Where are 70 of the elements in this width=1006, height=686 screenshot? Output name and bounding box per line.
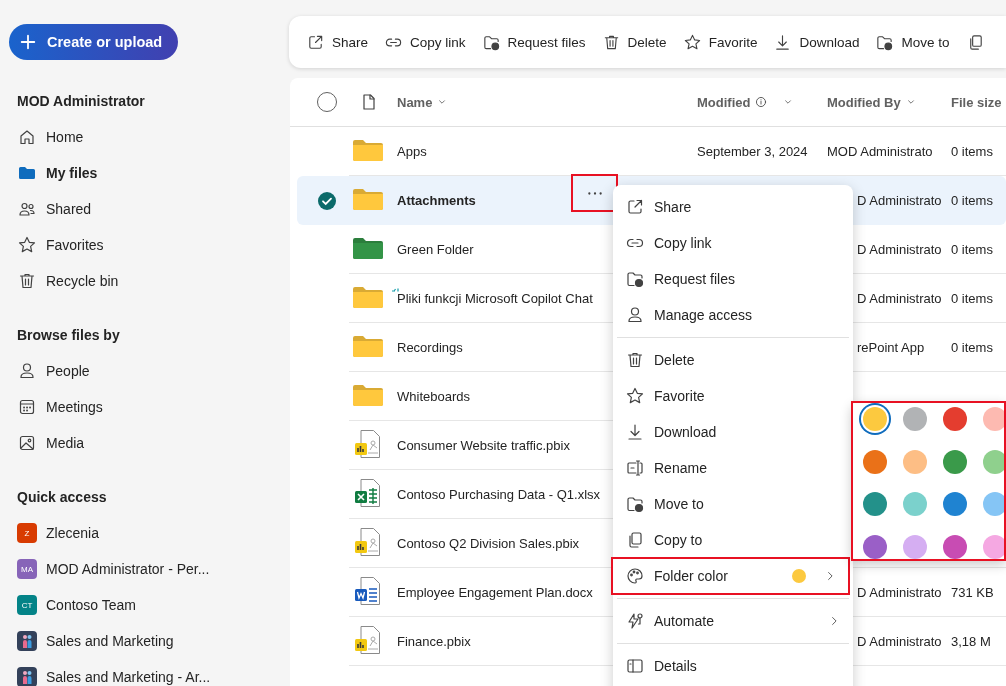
section-heading: Browse files by: [16, 326, 121, 345]
menu-item[interactable]: Folder color: [612, 558, 849, 594]
toolbar-button[interactable]: Move to: [867, 26, 958, 58]
section-heading: MOD Administrator: [16, 92, 146, 111]
site-link[interactable]: CT Contoso Team: [9, 587, 142, 623]
modified-by: D Administrato: [857, 585, 942, 600]
file-name[interactable]: Consumer Website traffic.pbix: [397, 438, 570, 453]
toolbar-button[interactable]: Download: [765, 26, 868, 58]
toolbar-button[interactable]: Favorite: [674, 26, 766, 58]
site-link[interactable]: Sales and Marketing - Ar...: [9, 659, 217, 686]
file-size: 731 KB: [951, 585, 994, 600]
file-size: 0 items: [951, 193, 993, 208]
site-link[interactable]: Sales and Marketing: [9, 623, 180, 659]
create-button[interactable]: Create or upload: [9, 24, 179, 60]
menu-item[interactable]: Manage access: [613, 297, 853, 333]
modified-by: D Administrato: [857, 242, 942, 257]
modified-by: MOD Administrato: [827, 144, 933, 159]
menu-item[interactable]: Share: [613, 189, 853, 225]
menu-item[interactable]: Copy link: [613, 225, 853, 261]
file-name[interactable]: Apps: [397, 144, 427, 159]
modified-by: D Administrato: [857, 291, 942, 306]
file-size: 0 items: [951, 242, 993, 257]
file-size: 3,18 M: [951, 634, 991, 649]
toolbar-button[interactable]: Request files: [473, 26, 594, 58]
menu-item[interactable]: Request files: [613, 261, 853, 297]
nav-item[interactable]: Recycle bin: [9, 263, 125, 299]
file-name[interactable]: Employee Engagement Plan.docx: [397, 585, 593, 600]
site-link[interactable]: Z Zlecenia: [9, 515, 105, 551]
column-header[interactable]: File size: [951, 94, 1002, 110]
toolbar-button[interactable]: Copy link: [376, 26, 474, 58]
column-header[interactable]: Modified: [697, 94, 795, 110]
toolbar-button[interactable]: Delete: [593, 26, 675, 58]
modified-by: rePoint App: [857, 340, 925, 355]
modified-by: D Administrato: [857, 634, 942, 649]
file-name[interactable]: Finance.pbix: [397, 634, 471, 649]
menu-item[interactable]: Details: [613, 648, 853, 684]
nav-item[interactable]: Favorites: [9, 227, 110, 263]
column-header[interactable]: Name: [397, 94, 451, 110]
menu-item[interactable]: Rename: [613, 450, 853, 486]
file-name[interactable]: Green Folder: [397, 242, 474, 257]
nav-item[interactable]: Media: [9, 425, 91, 461]
site-link[interactable]: MA MOD Administrator - Per...: [9, 551, 216, 587]
file-name[interactable]: Contoso Q2 Division Sales.pbix: [397, 536, 580, 551]
menu-item[interactable]: Automate: [613, 603, 853, 639]
section-heading: Quick access: [16, 488, 108, 507]
nav-item[interactable]: Meetings: [9, 389, 109, 425]
file-name[interactable]: Attachments: [397, 193, 476, 208]
nav-item[interactable]: Home: [9, 119, 90, 155]
nav-item[interactable]: My files: [9, 155, 104, 191]
nav-item[interactable]: People: [9, 353, 96, 389]
file-size: 0 items: [951, 144, 993, 159]
modified-by: D Administrato: [857, 193, 942, 208]
menu-item[interactable]: Download: [613, 414, 853, 450]
toolbar-button[interactable]: Share: [298, 26, 377, 58]
file-name[interactable]: Whiteboards: [397, 389, 470, 404]
menu-item[interactable]: Copy to: [613, 522, 853, 558]
file-size: 0 items: [951, 340, 993, 355]
modified-date: September 3, 2024: [697, 144, 808, 159]
file-name[interactable]: Pliki funkcji Microsoft Copilot Chat: [397, 291, 593, 306]
menu-item[interactable]: Delete: [613, 342, 853, 378]
menu-item[interactable]: Move to: [613, 486, 853, 522]
menu-item[interactable]: Favorite: [613, 378, 853, 414]
site-avatar: CT: [17, 595, 37, 615]
file-name[interactable]: Contoso Purchasing Data - Q1.xlsx: [397, 487, 601, 502]
site-avatar: Z: [17, 523, 37, 543]
file-size: 0 items: [951, 291, 993, 306]
file-name[interactable]: Recordings: [397, 340, 463, 355]
column-header[interactable]: Modified By: [827, 94, 917, 110]
site-avatar: MA: [17, 559, 37, 579]
nav-item[interactable]: Shared: [9, 191, 98, 227]
